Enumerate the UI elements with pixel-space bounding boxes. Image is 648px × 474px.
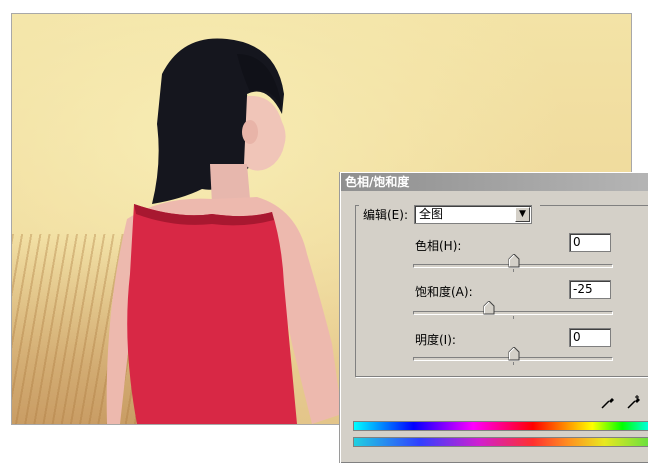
edit-select[interactable]: 全图 ▼ (414, 204, 532, 224)
lightness-center-tick (513, 362, 514, 365)
input-color-bar (353, 421, 648, 431)
lightness-label: 明度(I): (415, 333, 456, 347)
hue-label: 色相(H): (415, 239, 462, 253)
add-eyedropper-icon[interactable] (625, 393, 643, 411)
edit-row: 编辑(E): 全图 ▼ (359, 203, 540, 225)
edit-select-value: 全图 (419, 206, 444, 221)
hue-input[interactable]: 0 (569, 233, 611, 252)
dialog-title: 色相/饱和度 (341, 173, 648, 191)
saturation-slider-track[interactable] (413, 301, 613, 319)
hue-slider-track[interactable] (413, 254, 613, 272)
lightness-slider-thumb[interactable] (508, 347, 520, 361)
chevron-down-icon[interactable]: ▼ (515, 206, 530, 222)
lightness-slider-track[interactable] (413, 347, 613, 365)
output-color-bar (353, 437, 648, 447)
saturation-input[interactable]: -25 (569, 280, 611, 299)
edit-label: 编辑(E): (363, 207, 408, 222)
hue-saturation-dialog: 色相/饱和度 编辑(E): 全图 ▼ 色相(H): 0 饱和度(A): -25 … (340, 172, 648, 463)
lightness-input[interactable]: 0 (569, 328, 611, 347)
saturation-label: 饱和度(A): (415, 285, 473, 299)
hue-slider-thumb[interactable] (508, 254, 520, 268)
hue-center-tick (513, 269, 514, 272)
eyedropper-icon[interactable] (599, 393, 617, 411)
saturation-slider-thumb[interactable] (483, 301, 495, 315)
saturation-center-tick (513, 316, 514, 319)
